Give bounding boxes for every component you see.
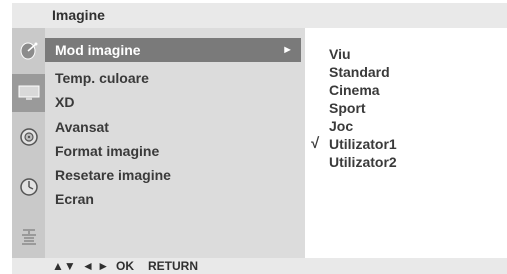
ok-hint: OK — [116, 259, 134, 273]
submenu-arrow-icon: ► — [282, 44, 293, 56]
menu-item-avansat[interactable]: Avansat — [55, 119, 109, 135]
menu-item-resetare-imagine[interactable]: Resetare imagine — [55, 167, 171, 183]
osd-menu: Imagine Mod imagine ► Temp. culoare XD A… — [0, 0, 507, 274]
menu-title: Imagine — [52, 7, 105, 23]
navigation-hint-bar: ▲▼ ◄ ► OK RETURN — [12, 258, 507, 274]
menu-item-format-imagine[interactable]: Format imagine — [55, 143, 159, 159]
return-hint: RETURN — [148, 259, 198, 273]
menu-item-xd[interactable]: XD — [55, 94, 74, 110]
lock-icon[interactable] — [12, 218, 45, 256]
menu-item-temp-culoare[interactable]: Temp. culoare — [55, 70, 149, 86]
picture-menu-list: Mod imagine ► Temp. culoare XD Avansat F… — [45, 28, 305, 258]
speaker-icon[interactable] — [12, 118, 45, 156]
option-joc[interactable]: Joc — [329, 118, 353, 134]
menu-item-mod-imagine[interactable]: Mod imagine ► — [45, 38, 301, 62]
tv-screen-icon[interactable] — [12, 74, 45, 112]
option-cinema[interactable]: Cinema — [329, 82, 380, 98]
option-sport[interactable]: Sport — [329, 100, 366, 116]
satellite-dish-icon[interactable] — [12, 32, 45, 70]
picture-mode-options: Viu Standard Cinema Sport Joc √ Utilizat… — [307, 28, 507, 258]
option-utilizator1[interactable]: Utilizator1 — [329, 136, 397, 152]
option-utilizator2[interactable]: Utilizator2 — [329, 154, 397, 170]
left-right-arrows-icon: ◄ ► — [82, 259, 110, 273]
clock-icon[interactable] — [12, 168, 45, 206]
title-bar: Imagine — [12, 3, 507, 28]
menu-item-label: Mod imagine — [55, 42, 141, 58]
icon-column — [12, 28, 45, 258]
menu-item-ecran[interactable]: Ecran — [55, 191, 94, 207]
up-down-arrows-icon: ▲▼ — [52, 259, 76, 273]
option-standard[interactable]: Standard — [329, 64, 390, 80]
option-viu[interactable]: Viu — [329, 46, 351, 62]
checkmark-icon: √ — [311, 135, 320, 152]
